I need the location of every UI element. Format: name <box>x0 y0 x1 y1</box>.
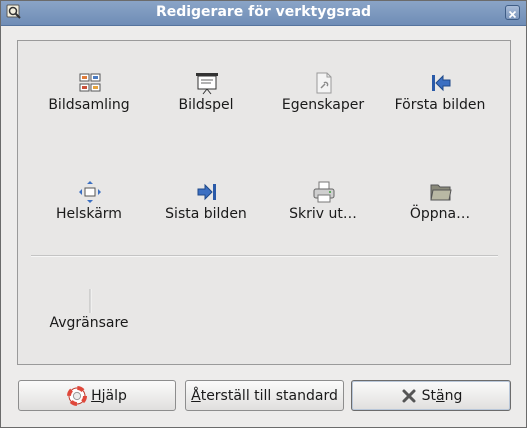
toolbar-item-label: Helskärm <box>56 206 122 222</box>
close-button-label: Stäng <box>421 387 463 404</box>
fullscreen-icon <box>79 181 101 203</box>
toolbar-item-label: Skriv ut… <box>289 206 357 222</box>
section-divider <box>31 255 498 257</box>
reset-button-label: Återställ till standard <box>191 387 338 404</box>
toolbar-item-last-image[interactable]: Sista bilden <box>154 180 258 228</box>
slideshow-icon <box>196 73 218 95</box>
close-icon <box>402 389 416 402</box>
toolbar-item-label: Bildspel <box>178 97 234 113</box>
toolbar-item-first-image[interactable]: Första bilden <box>388 71 492 119</box>
window-close-button[interactable] <box>505 5 520 20</box>
go-last-icon <box>197 183 216 201</box>
help-button[interactable]: Hjälp <box>18 380 176 411</box>
open-folder-icon <box>430 184 452 201</box>
toolbar-item-image-collection[interactable]: Bildsamling <box>37 71 141 119</box>
reset-to-default-button[interactable]: Återställ till standard <box>185 380 344 411</box>
toolbar-item-label: Avgränsare <box>49 315 129 331</box>
toolbar-item-label: Bildsamling <box>48 97 130 113</box>
toolbar-item-separator[interactable]: Avgränsare <box>37 289 141 337</box>
title-bar[interactable]: Redigerare för verktygsrad <box>1 1 526 26</box>
go-first-icon <box>432 74 451 92</box>
toolbar-item-open[interactable]: Öppna… <box>388 180 492 228</box>
toolbar-editor-dialog: Redigerare för verktygsrad Bildsamling B… <box>0 0 527 428</box>
image-collection-icon <box>79 73 101 92</box>
toolbar-item-label: Första bilden <box>394 97 486 113</box>
help-lifebuoy-icon <box>67 385 88 406</box>
toolbar-item-print[interactable]: Skriv ut… <box>271 180 375 228</box>
window-title: Redigerare för verktygsrad <box>155 4 372 20</box>
close-icon <box>508 10 517 19</box>
toolbar-item-label: Sista bilden <box>165 206 247 222</box>
toolbar-item-label: Egenskaper <box>281 97 365 113</box>
close-button[interactable]: Stäng <box>351 380 511 411</box>
toolbar-item-slideshow[interactable]: Bildspel <box>154 71 258 119</box>
help-button-label: Hjälp <box>91 387 127 404</box>
toolbar-item-fullscreen[interactable]: Helskärm <box>37 180 141 228</box>
printer-icon <box>313 181 335 203</box>
toolbar-item-properties[interactable]: Egenskaper <box>271 71 375 119</box>
toolbar-item-label: Öppna… <box>409 206 471 222</box>
separator-icon <box>89 289 92 313</box>
toolbar-items-panel: Bildsamling Bildspel Egenskaper Första b… <box>17 40 511 365</box>
properties-icon <box>316 72 332 94</box>
